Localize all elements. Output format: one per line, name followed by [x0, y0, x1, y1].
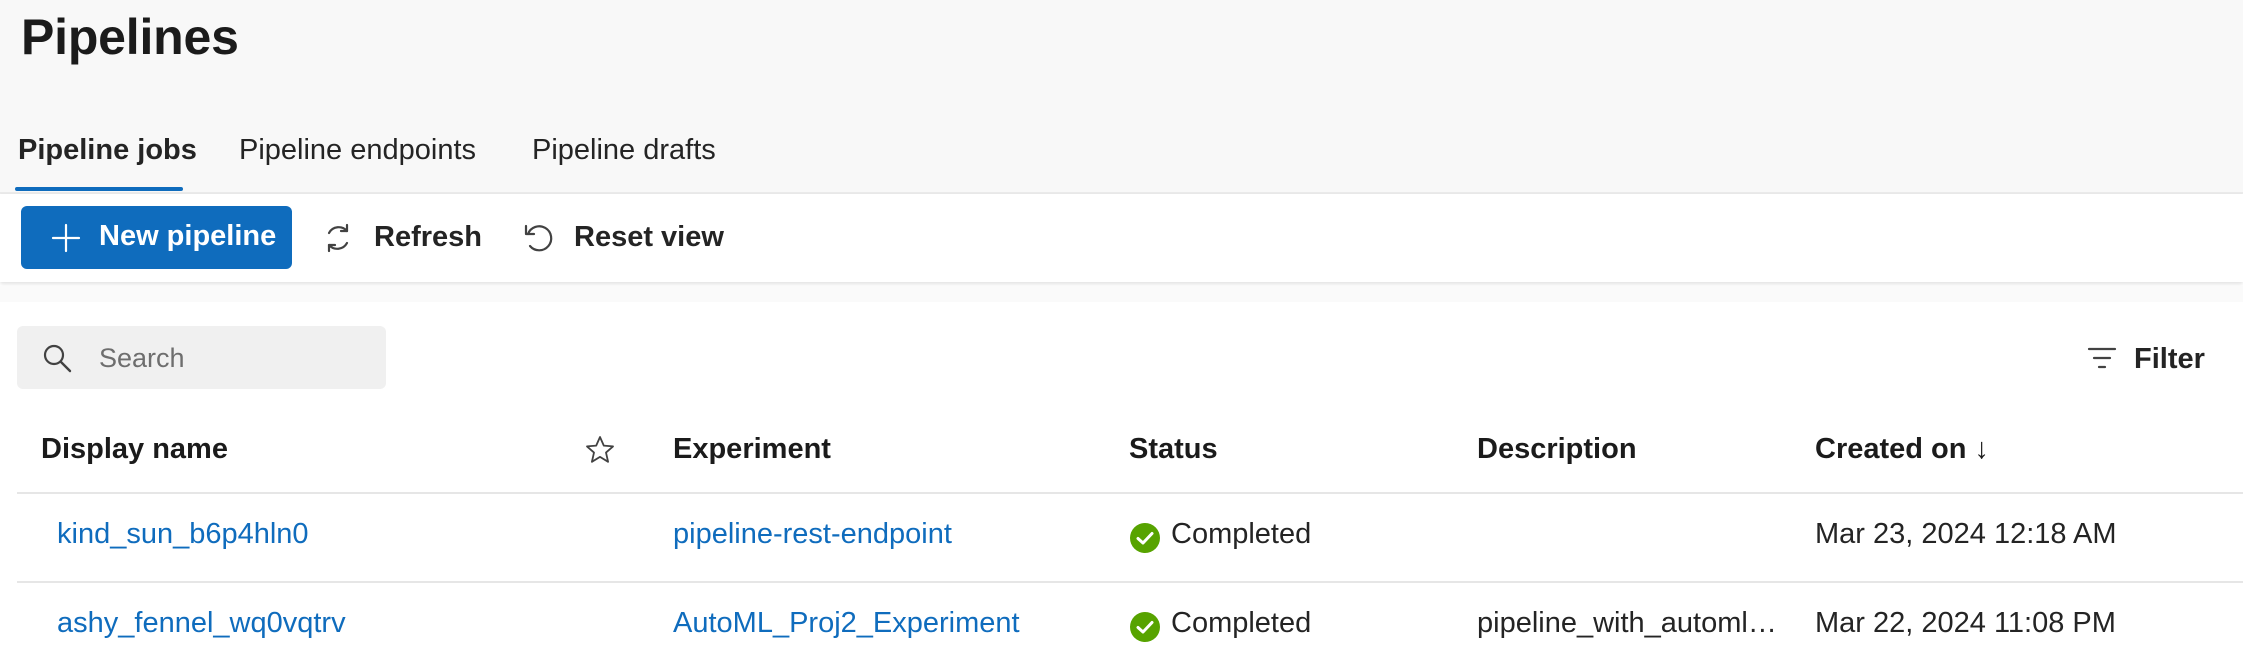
- experiment-link[interactable]: AutoML_Proj2_Experiment: [673, 607, 1020, 640]
- column-header-created-on[interactable]: Created on ↓: [1815, 433, 1989, 466]
- tab-pipeline-jobs[interactable]: Pipeline jobs: [18, 130, 197, 193]
- tab-pipeline-drafts[interactable]: Pipeline drafts: [532, 130, 716, 193]
- column-header-description[interactable]: Description: [1477, 433, 1637, 466]
- search-icon: [43, 344, 72, 373]
- search-placeholder: Search: [99, 343, 185, 373]
- display-name-link[interactable]: ashy_fennel_wq0vqtrv: [57, 607, 346, 640]
- refresh-button[interactable]: Refresh: [320, 206, 482, 269]
- checkmark-circle-icon: [1130, 523, 1160, 553]
- column-header-status[interactable]: Status: [1129, 433, 1218, 466]
- status-text: Completed: [1171, 607, 1312, 639]
- refresh-icon: [327, 223, 349, 252]
- refresh-label: Refresh: [374, 221, 482, 253]
- tab-pipeline-endpoints[interactable]: Pipeline endpoints: [239, 130, 476, 193]
- display-name-link[interactable]: kind_sun_b6p4hln0: [57, 518, 309, 551]
- description-text: pipeline_with_automls...: [1477, 607, 1777, 639]
- reset-view-label: Reset view: [574, 221, 724, 253]
- table-header: Display name Experiment Status Descripti…: [17, 420, 2243, 494]
- column-header-experiment[interactable]: Experiment: [673, 433, 831, 466]
- page-title: Pipelines: [21, 9, 239, 65]
- new-pipeline-button[interactable]: New pipeline: [21, 206, 292, 269]
- command-bar: New pipeline Refresh Reset view: [0, 194, 2243, 282]
- reset-view-button[interactable]: Reset view: [520, 206, 724, 269]
- new-pipeline-label: New pipeline: [99, 220, 277, 252]
- created-on-text: Mar 22, 2024 11:08 PM: [1815, 607, 2116, 639]
- filter-label: Filter: [2134, 343, 2205, 375]
- table-row: kind_sun_b6p4hln0 pipeline-rest-endpoint…: [17, 494, 2243, 582]
- experiment-link[interactable]: pipeline-rest-endpoint: [673, 518, 952, 551]
- checkmark-circle-icon: [1130, 612, 1160, 642]
- toolbar-spacer: [0, 286, 2243, 302]
- undo-icon: [524, 224, 553, 251]
- search-input[interactable]: Search: [17, 326, 386, 389]
- star-outline-icon[interactable]: [584, 434, 616, 466]
- filter-icon: [2087, 347, 2117, 369]
- tab-list: Pipeline jobs Pipeline endpoints Pipelin…: [0, 130, 2243, 193]
- column-header-display-name[interactable]: Display name: [41, 433, 228, 466]
- table-row: ashy_fennel_wq0vqtrv AutoML_Proj2_Experi…: [17, 583, 2243, 671]
- plus-icon: [51, 223, 81, 253]
- page-header: Pipelines Pipeline jobs Pipeline endpoin…: [0, 0, 2243, 194]
- active-tab-indicator: [15, 187, 183, 191]
- created-on-text: Mar 23, 2024 12:18 AM: [1815, 518, 2117, 550]
- status-text: Completed: [1171, 518, 1312, 550]
